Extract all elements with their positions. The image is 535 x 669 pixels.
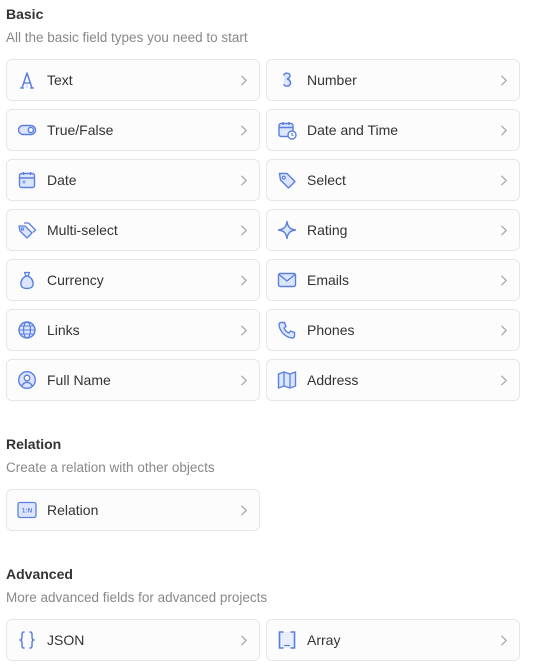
section-basic: Basic All the basic field types you need… (6, 5, 520, 401)
field-type-currency[interactable]: Currency (6, 259, 260, 301)
field-type-phones[interactable]: Phones (266, 309, 520, 351)
phone-icon (276, 319, 298, 341)
chevron-right-icon (239, 634, 249, 646)
field-type-label: Full Name (47, 372, 111, 388)
field-type-label: Text (47, 72, 73, 88)
chevron-right-icon (499, 74, 509, 86)
field-type-address[interactable]: Address (266, 359, 520, 401)
tags-icon (16, 219, 38, 241)
field-type-emails[interactable]: Emails (266, 259, 520, 301)
chevron-right-icon (239, 224, 249, 236)
braces-icon (16, 629, 38, 651)
field-type-full-name[interactable]: Full Name (6, 359, 260, 401)
field-type-rating[interactable]: Rating (266, 209, 520, 251)
chevron-right-icon (239, 174, 249, 186)
field-type-number[interactable]: Number (266, 59, 520, 101)
chevron-right-icon (239, 324, 249, 336)
chevron-right-icon (239, 504, 249, 516)
chevron-right-icon (239, 124, 249, 136)
chevron-right-icon (239, 74, 249, 86)
field-type-grid: JSON Array (6, 619, 520, 661)
field-type-label: Date (47, 172, 77, 188)
field-type-date-and-time[interactable]: Date and Time (266, 109, 520, 151)
field-type-text[interactable]: Text (6, 59, 260, 101)
toggle-icon (16, 119, 38, 141)
field-type-label: True/False (47, 122, 114, 138)
chevron-right-icon (499, 274, 509, 286)
section-title: Basic (6, 6, 44, 22)
map-icon (276, 369, 298, 391)
field-type-label: Date and Time (307, 122, 399, 138)
field-type-date[interactable]: Date (6, 159, 260, 201)
field-type-label: Relation (47, 502, 99, 518)
tag-icon (276, 169, 298, 191)
mail-icon (276, 269, 298, 291)
field-type-label: Emails (307, 272, 350, 288)
field-type-grid: Text Number True/False Date and Time Dat… (6, 59, 520, 401)
relation-icon-text: 1:N (22, 508, 33, 515)
field-type-label: Rating (307, 222, 348, 238)
field-type-select[interactable]: Select (266, 159, 520, 201)
calendar-icon (16, 169, 38, 191)
chevron-right-icon (239, 274, 249, 286)
field-type-label: Array (307, 632, 341, 648)
field-type-grid: 1:N Relation (6, 489, 520, 531)
field-type-links[interactable]: Links (6, 309, 260, 351)
sparkle-icon (276, 219, 298, 241)
chevron-right-icon (499, 324, 509, 336)
chevron-right-icon (499, 174, 509, 186)
section-relation: Relation Create a relation with other ob… (6, 435, 520, 531)
field-type-label: Multi-select (47, 222, 118, 238)
field-type-label: Number (307, 72, 357, 88)
text-icon (16, 69, 38, 91)
chevron-right-icon (499, 634, 509, 646)
user-circle-icon (16, 369, 38, 391)
field-type-json[interactable]: JSON (6, 619, 260, 661)
section-title: Relation (6, 436, 62, 452)
chevron-right-icon (499, 124, 509, 136)
calendar-clock-icon (276, 119, 298, 141)
field-type-multi-select[interactable]: Multi-select (6, 209, 260, 251)
number-icon (276, 69, 298, 91)
section-advanced: Advanced More advanced fields for advanc… (6, 565, 520, 661)
field-type-label: JSON (47, 632, 85, 648)
money-bag-icon (16, 269, 38, 291)
section-title: Advanced (6, 566, 73, 582)
field-type-true-false[interactable]: True/False (6, 109, 260, 151)
brackets-icon (276, 629, 298, 651)
field-type-relation[interactable]: 1:N Relation (6, 489, 260, 531)
section-description: All the basic field types you need to st… (6, 30, 248, 45)
section-description: More advanced fields for advanced projec… (6, 590, 268, 605)
globe-icon (16, 319, 38, 341)
chevron-right-icon (499, 374, 509, 386)
field-type-array[interactable]: Array (266, 619, 520, 661)
field-type-label: Phones (307, 322, 355, 338)
field-type-label: Currency (47, 272, 104, 288)
section-description: Create a relation with other objects (6, 460, 215, 475)
field-type-label: Address (307, 372, 359, 388)
chevron-right-icon (499, 224, 509, 236)
field-type-label: Select (307, 172, 346, 188)
relation-icon: 1:N (16, 499, 38, 521)
chevron-right-icon (239, 374, 249, 386)
field-type-label: Links (47, 322, 80, 338)
